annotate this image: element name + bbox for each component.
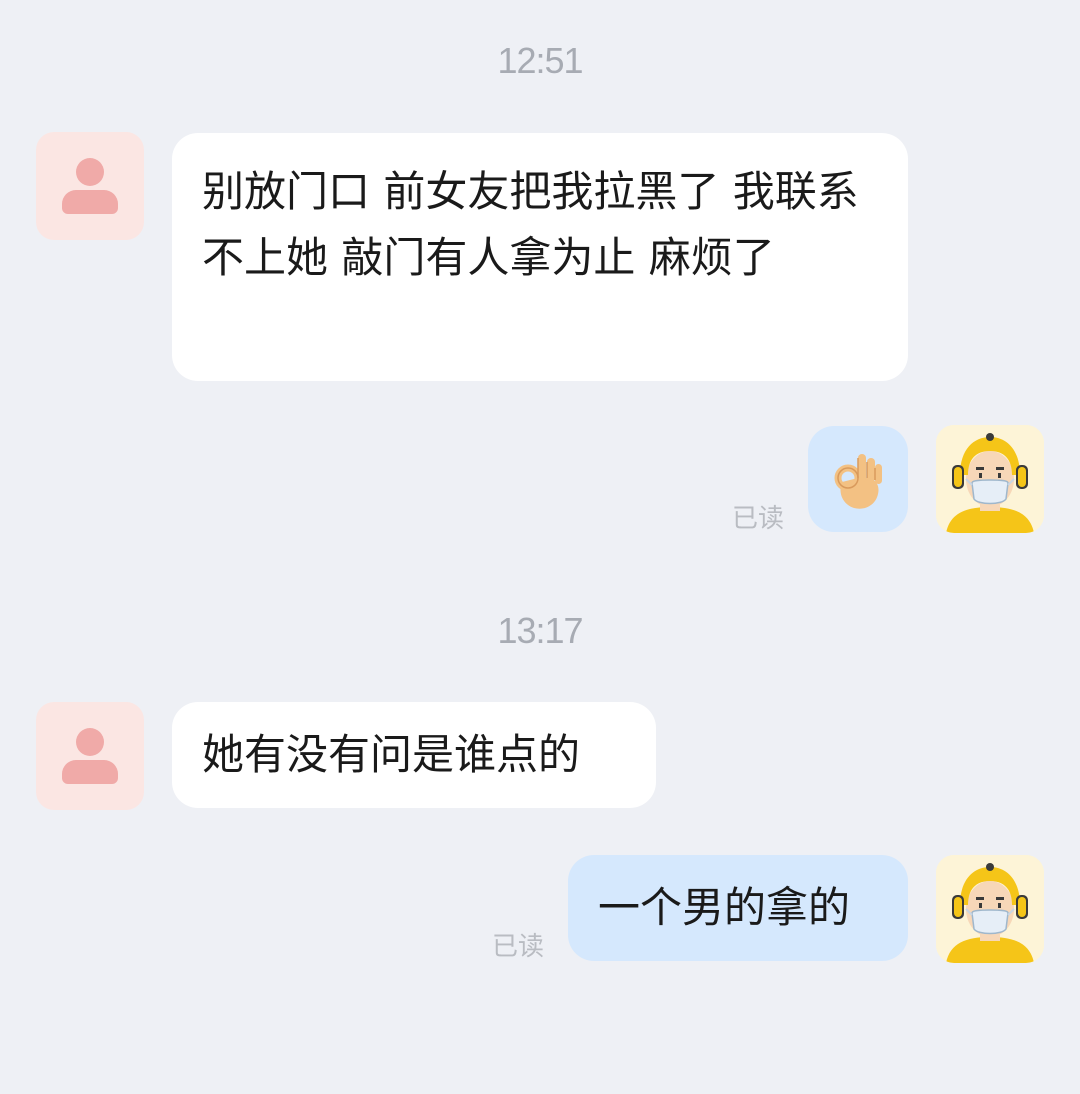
ok-hand-emoji [834,454,882,509]
courier-helmet-mask-avatar [936,855,1044,963]
courier-helmet-mask-avatar [936,425,1044,533]
outgoing-message-bubble[interactable]: 一个男的拿的 [568,855,908,961]
my-avatar[interactable] [936,425,1044,533]
person-head-shape [76,728,104,756]
person-body-shape [62,760,118,784]
my-avatar[interactable] [936,855,1044,963]
person-head-shape [76,158,104,186]
timestamp: 13:17 [497,610,583,651]
contact-avatar[interactable] [36,702,144,810]
message-text: 她有没有问是谁点的 [202,730,581,779]
read-status: 已读 [732,504,785,534]
message-text: 一个男的拿的 [598,883,851,932]
read-status: 已读 [492,932,545,962]
incoming-message-bubble[interactable]: 她有没有问是谁点的 [172,702,656,808]
message-text: 别放门口 前女友把我拉黑了 我联系不上她 敲门有人拿为止 麻烦了 [202,167,859,282]
incoming-message-bubble[interactable]: 别放门口 前女友把我拉黑了 我联系不上她 敲门有人拿为止 麻烦了 [172,133,908,381]
person-body-shape [62,190,118,214]
contact-avatar[interactable] [36,132,144,240]
timestamp: 12:51 [497,40,583,81]
outgoing-emoji-bubble[interactable] [808,426,908,532]
